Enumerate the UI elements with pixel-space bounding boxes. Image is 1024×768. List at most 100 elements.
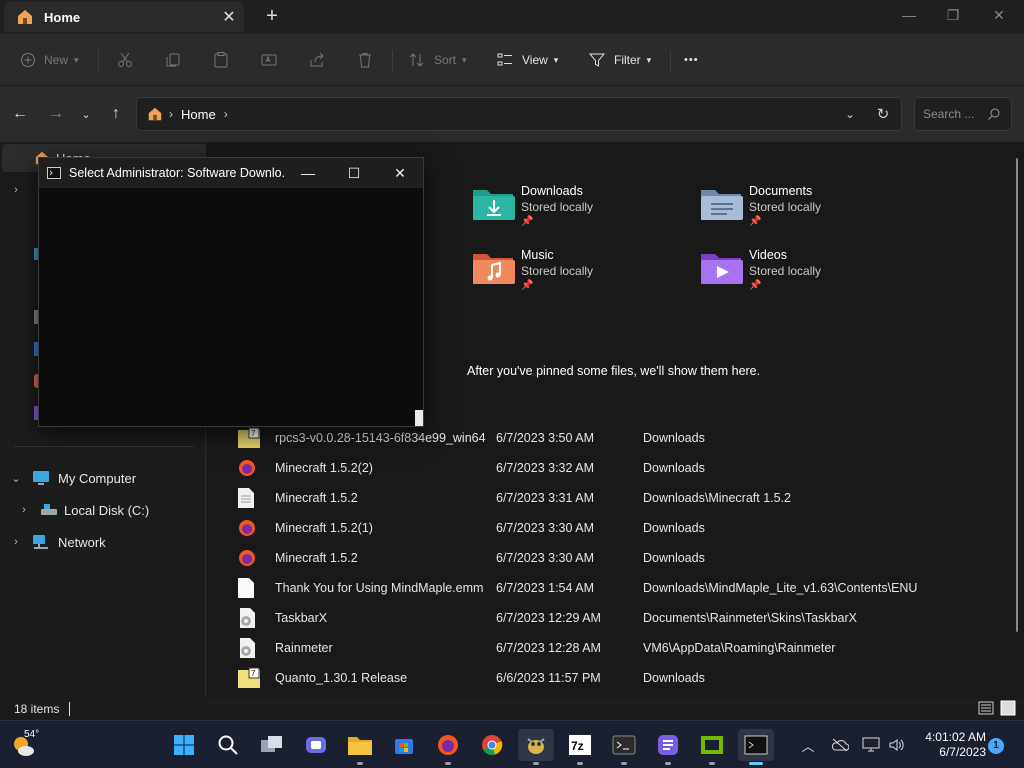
console-maximize-button[interactable]: ☐ bbox=[331, 158, 377, 188]
volume-tray[interactable] bbox=[886, 733, 908, 757]
pin-icon: 📌 bbox=[521, 280, 534, 291]
file-date: 6/7/2023 3:31 AM bbox=[496, 491, 594, 505]
chevron-down-icon[interactable]: ⌄ bbox=[0, 472, 32, 485]
more-options-button[interactable]: ••• bbox=[684, 46, 699, 74]
file-location: VM6\AppData\Roaming\Rainmeter bbox=[643, 641, 836, 655]
sidebar-item-local-disk[interactable]: › Local Disk (C:) bbox=[8, 496, 149, 524]
forward-button[interactable]: → bbox=[42, 102, 70, 126]
sidebar-item-network[interactable]: › Network bbox=[0, 528, 106, 556]
address-bar[interactable]: › Home › ⌄ ↻ bbox=[136, 97, 902, 131]
onedrive-tray[interactable] bbox=[830, 733, 850, 757]
rename-button[interactable] bbox=[260, 46, 286, 74]
music-folder-icon bbox=[473, 254, 515, 284]
file-date: 6/7/2023 12:28 AM bbox=[496, 641, 601, 655]
show-hidden-icons-button[interactable]: ︿ bbox=[798, 733, 818, 757]
copy-button[interactable] bbox=[164, 46, 190, 74]
table-row[interactable]: TaskbarX 6/7/2023 12:29 AM Documents\Rai… bbox=[237, 603, 997, 633]
address-dropdown-icon[interactable]: ⌄ bbox=[835, 107, 865, 121]
file-date: 6/7/2023 12:29 AM bbox=[496, 611, 601, 625]
svg-text:7: 7 bbox=[251, 669, 256, 678]
sort-button[interactable]: Sort ▾ bbox=[408, 46, 467, 74]
chevron-down-icon: ▾ bbox=[646, 54, 652, 65]
taskbar-search-button[interactable] bbox=[210, 729, 246, 761]
file-explorer-button[interactable] bbox=[342, 729, 378, 765]
quick-access-documents[interactable]: Documents Stored locally 📌 bbox=[699, 184, 919, 240]
trash-icon bbox=[359, 53, 371, 68]
gpu-app-button[interactable] bbox=[694, 729, 730, 765]
tab-home[interactable]: Home ✕ bbox=[4, 2, 244, 32]
text-file-icon bbox=[238, 488, 254, 508]
search-placeholder: Search ... bbox=[923, 107, 975, 121]
table-row[interactable]: Minecraft 1.5.2(1) 6/7/2023 3:30 AM Down… bbox=[237, 513, 997, 543]
close-button[interactable]: ✕ bbox=[976, 0, 1022, 30]
file-name: Rainmeter bbox=[275, 641, 333, 655]
details-view-icon[interactable] bbox=[978, 700, 994, 716]
view-button[interactable]: View ▾ bbox=[496, 46, 558, 74]
paste-button[interactable] bbox=[212, 46, 238, 74]
task-view-button[interactable] bbox=[254, 729, 290, 761]
sidebar-item-my-computer[interactable]: ⌄ My Computer bbox=[0, 464, 136, 492]
firefox-button[interactable] bbox=[430, 729, 466, 765]
minimize-button[interactable]: — bbox=[886, 0, 932, 30]
mascot-app-button[interactable] bbox=[518, 729, 554, 765]
downloads-folder-icon bbox=[473, 190, 515, 220]
start-button[interactable] bbox=[166, 729, 202, 761]
table-row[interactable]: Rainmeter 6/7/2023 12:28 AM VM6\AppData\… bbox=[237, 633, 997, 663]
console-minimize-button[interactable]: — bbox=[285, 158, 331, 188]
breadcrumb-home[interactable]: Home bbox=[181, 107, 216, 122]
console-window[interactable]: Select Administrator: Software Downlo...… bbox=[38, 157, 424, 427]
new-button[interactable]: New ▾ bbox=[20, 46, 79, 74]
breadcrumb-chevron-icon[interactable]: › bbox=[224, 107, 228, 121]
maximize-button[interactable]: ❐ bbox=[930, 0, 976, 30]
running-indicator bbox=[621, 762, 627, 765]
mascot-app-icon bbox=[527, 738, 545, 754]
scrollbar[interactable] bbox=[1016, 158, 1018, 632]
tab-close-icon[interactable]: ✕ bbox=[214, 4, 244, 30]
quick-access-videos[interactable]: Videos Stored locally 📌 bbox=[699, 248, 919, 304]
table-row[interactable]: Minecraft 1.5.2 6/7/2023 3:30 AM Downloa… bbox=[237, 543, 997, 573]
table-row[interactable]: Minecraft 1.5.2 6/7/2023 3:31 AM Downloa… bbox=[237, 483, 997, 513]
sidebar-expander[interactable]: › bbox=[0, 176, 32, 204]
table-row[interactable]: Minecraft 1.5.2(2) 6/7/2023 3:32 AM Down… bbox=[237, 453, 997, 483]
notes-app-button[interactable] bbox=[650, 729, 686, 765]
7zip-button[interactable]: 7z bbox=[562, 729, 598, 765]
share-button[interactable] bbox=[308, 46, 334, 74]
cut-button[interactable] bbox=[116, 46, 142, 74]
firefox-file-icon bbox=[239, 550, 255, 566]
tile-subtitle: Stored locally bbox=[521, 200, 594, 214]
quick-access-music[interactable]: Music Stored locally 📌 bbox=[471, 248, 691, 304]
notification-badge[interactable]: 1 bbox=[988, 738, 1004, 754]
clock[interactable]: 4:01:02 AM 6/7/2023 bbox=[914, 730, 986, 760]
blank-file-icon bbox=[238, 578, 254, 598]
new-tab-button[interactable]: + bbox=[258, 4, 286, 30]
weather-widget[interactable]: 54° bbox=[10, 729, 50, 761]
console-app-button[interactable] bbox=[738, 729, 774, 765]
network-tray[interactable] bbox=[860, 733, 882, 757]
tiles-view-icon[interactable] bbox=[1000, 700, 1016, 716]
taskbar: 54° 7z ︿ 4:01:02 AM 6/7/2023 1 bbox=[0, 720, 1024, 768]
network-monitor-icon bbox=[862, 737, 880, 752]
console-title-bar[interactable]: Select Administrator: Software Downlo...… bbox=[39, 158, 423, 188]
chevron-right-icon[interactable]: › bbox=[0, 536, 32, 548]
search-icon bbox=[988, 108, 1000, 120]
table-row[interactable]: 7 Quanto_1.30.1 Release 6/6/2023 11:57 P… bbox=[237, 663, 997, 693]
terminal-button[interactable] bbox=[606, 729, 642, 765]
refresh-icon[interactable]: ↻ bbox=[865, 105, 901, 123]
up-button[interactable]: ↑ bbox=[102, 102, 130, 126]
chrome-button[interactable] bbox=[474, 729, 510, 761]
quick-access-downloads[interactable]: Downloads Stored locally 📌 bbox=[471, 184, 691, 240]
table-row[interactable]: Thank You for Using MindMaple.emm 6/7/20… bbox=[237, 573, 997, 603]
table-row[interactable]: 7 rpcs3-v0.0.28-15143-6f834e99_win64 6/7… bbox=[237, 423, 997, 453]
arrow-up-icon: ↑ bbox=[112, 105, 120, 122]
filter-button[interactable]: Filter ▾ bbox=[588, 46, 651, 74]
chat-button[interactable] bbox=[298, 729, 334, 761]
tile-subtitle: Stored locally bbox=[749, 200, 822, 214]
console-icon bbox=[47, 167, 61, 179]
store-button[interactable] bbox=[386, 729, 422, 761]
delete-button[interactable] bbox=[356, 46, 382, 74]
back-button[interactable]: ← bbox=[6, 102, 34, 126]
chevron-right-icon[interactable]: › bbox=[8, 504, 40, 516]
console-close-button[interactable]: ✕ bbox=[377, 158, 423, 188]
search-input[interactable]: Search ... bbox=[914, 97, 1012, 131]
recent-locations-button[interactable]: ⌄ bbox=[72, 102, 100, 126]
